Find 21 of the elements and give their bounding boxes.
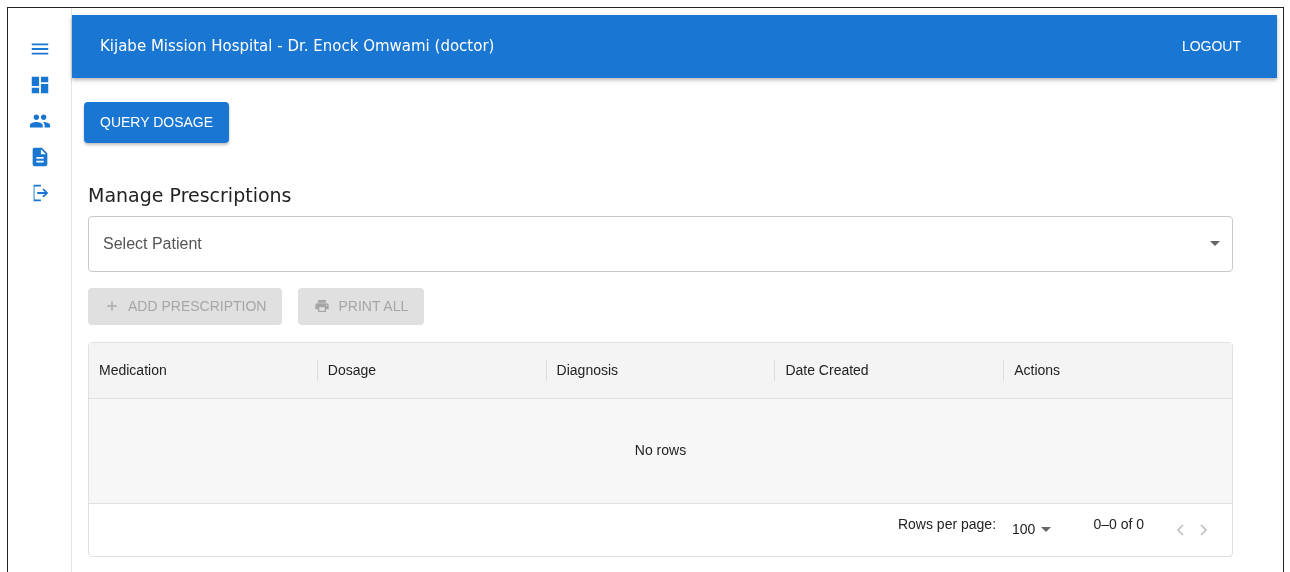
patient-select[interactable]: Select Patient <box>88 215 1233 272</box>
logout-button[interactable]: LOGOUT <box>1177 32 1245 61</box>
column-header: Medication <box>99 361 167 378</box>
query-dosage-button[interactable]: QUERY DOSAGE <box>84 102 230 143</box>
chevron-right-icon <box>1200 524 1208 537</box>
chevron-left-icon <box>1176 524 1184 537</box>
app-title: Kijabe Mission Hospital - Dr. Enock Omwami (doctor) <box>100 36 495 58</box>
section-title: Manage Prescriptions <box>88 183 293 208</box>
printer-icon <box>314 298 331 314</box>
column-header: Diagnosis <box>556 361 619 378</box>
column-header: Date Created <box>785 361 869 378</box>
page-range: 0–0 of 0 <box>1093 515 1144 534</box>
select-placeholder: Select Patient <box>103 233 202 254</box>
empty-message: No rows <box>634 441 687 460</box>
rows-per-page-select[interactable]: 100 <box>1006 515 1058 544</box>
dropdown-caret-icon <box>1210 241 1220 246</box>
rows-per-page-label: Rows per page: <box>897 515 997 534</box>
column-header: Actions <box>1014 361 1061 378</box>
column-header: Dosage <box>327 361 377 378</box>
plus-icon <box>104 298 120 314</box>
dropdown-caret-icon <box>1041 527 1052 532</box>
